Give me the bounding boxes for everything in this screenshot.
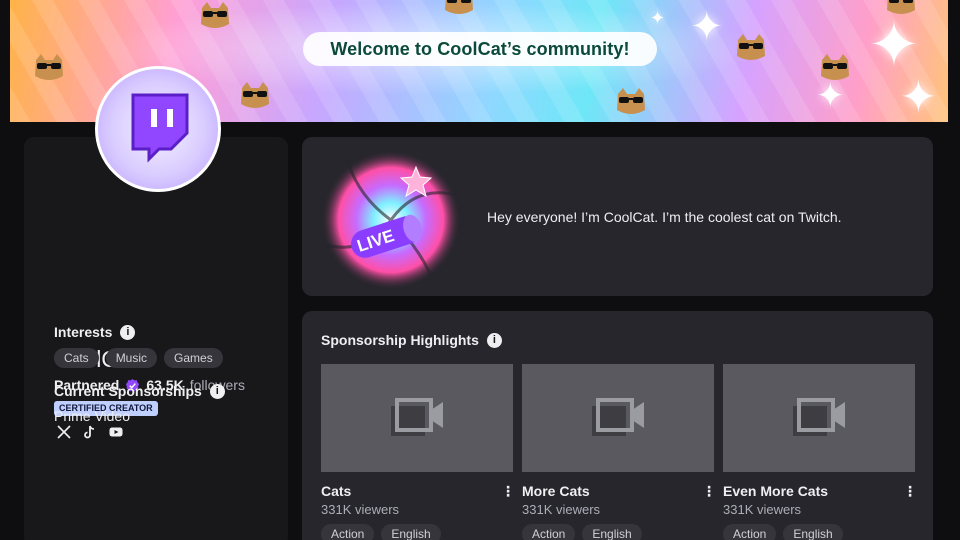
live-swirl-illustration: LIVE [321, 150, 461, 291]
video-camera-icon [793, 398, 845, 436]
cool-cat-sticker-icon [737, 34, 765, 60]
sponsorship-highlights-heading: Sponsorship Highlights i [321, 332, 502, 348]
info-icon[interactable]: i [486, 332, 502, 348]
cool-cat-sticker-icon [35, 54, 63, 80]
interests-heading: Interests i [54, 324, 136, 340]
twitch-logo-icon [131, 93, 189, 163]
highlight-tile[interactable]: Cats ⋮ 331K viewers Action English [321, 364, 515, 540]
viewer-count: 331K viewers [321, 502, 400, 517]
x-icon[interactable] [57, 425, 71, 439]
cool-cat-sticker-icon [241, 82, 269, 108]
cool-cat-sticker-icon [617, 88, 645, 114]
video-thumbnail[interactable] [321, 364, 513, 472]
highlight-tags: Action English [321, 524, 513, 540]
interest-tag[interactable]: Cats [54, 348, 99, 368]
highlight-tags: Action English [522, 524, 714, 540]
sparkle-icon: ✦ [868, 11, 920, 80]
sponsorships-heading: Current Sponsorships i [54, 383, 225, 399]
channel-page: ✦ ✦ ✦ ✦ ✦ Welcome to CoolCat’s community… [10, 0, 948, 540]
cool-cat-sticker-icon [821, 54, 849, 80]
welcome-message: Welcome to CoolCat’s community! [303, 32, 657, 66]
highlight-title[interactable]: Cats [321, 483, 351, 499]
social-links [57, 425, 123, 439]
tag[interactable]: Action [522, 524, 576, 540]
cool-cat-sticker-icon [445, 0, 473, 14]
interest-tag[interactable]: Music [105, 348, 158, 368]
highlight-title-row: Even More Cats ⋮ [723, 483, 917, 499]
sponsorship-highlights-card: Sponsorship Highlights i Cats ⋮ 331K vie… [302, 311, 933, 540]
info-icon[interactable]: i [209, 383, 225, 399]
more-options-icon[interactable]: ⋮ [702, 484, 716, 498]
tag[interactable]: English [582, 524, 642, 540]
youtube-icon[interactable] [109, 425, 123, 439]
viewer-count: 331K viewers [522, 502, 601, 517]
info-icon[interactable]: i [120, 324, 136, 340]
sparkle-icon: ✦ [816, 77, 845, 115]
tag[interactable]: English [381, 524, 441, 540]
video-camera-icon [391, 398, 443, 436]
highlight-title-row: More Cats ⋮ [522, 483, 716, 499]
video-thumbnail[interactable] [723, 364, 915, 472]
profile-card: CoolCat Partnered 63.5K followers CERTIF… [24, 137, 288, 540]
video-thumbnail[interactable] [522, 364, 714, 472]
interest-tags: Cats Music Games [54, 348, 223, 368]
tag[interactable]: English [783, 524, 843, 540]
interest-tag[interactable]: Games [164, 348, 223, 368]
sponsorships-label: Current Sponsorships [54, 383, 202, 399]
highlight-title[interactable]: Even More Cats [723, 483, 828, 499]
highlight-tile[interactable]: More Cats ⋮ 331K viewers Action English [522, 364, 716, 540]
more-options-icon[interactable]: ⋮ [903, 484, 917, 498]
interests-label: Interests [54, 324, 113, 340]
sponsorship-highlights-title: Sponsorship Highlights [321, 332, 479, 348]
avatar[interactable] [95, 66, 221, 192]
cool-cat-sticker-icon [201, 2, 229, 28]
more-options-icon[interactable]: ⋮ [501, 484, 515, 498]
about-card: LIVE Hey everyone! I’m CoolCat. I’m the … [302, 137, 933, 296]
highlight-title[interactable]: More Cats [522, 483, 590, 499]
cool-cat-sticker-icon [887, 0, 915, 14]
about-text: Hey everyone! I’m CoolCat. I’m the coole… [487, 209, 842, 225]
sparkle-icon: ✦ [900, 73, 937, 122]
sponsorship-value: Prime Video [54, 408, 131, 424]
sparkle-icon: ✦ [690, 5, 724, 49]
viewer-count: 331K viewers [723, 502, 802, 517]
tiktok-icon[interactable] [83, 425, 97, 439]
video-camera-icon [592, 398, 644, 436]
tag[interactable]: Action [723, 524, 777, 540]
highlight-title-row: Cats ⋮ [321, 483, 515, 499]
tag[interactable]: Action [321, 524, 375, 540]
highlight-tile[interactable]: Even More Cats ⋮ 331K viewers Action Eng… [723, 364, 917, 540]
sparkle-icon: ✦ [650, 8, 666, 28]
highlight-tags: Action English [723, 524, 915, 540]
